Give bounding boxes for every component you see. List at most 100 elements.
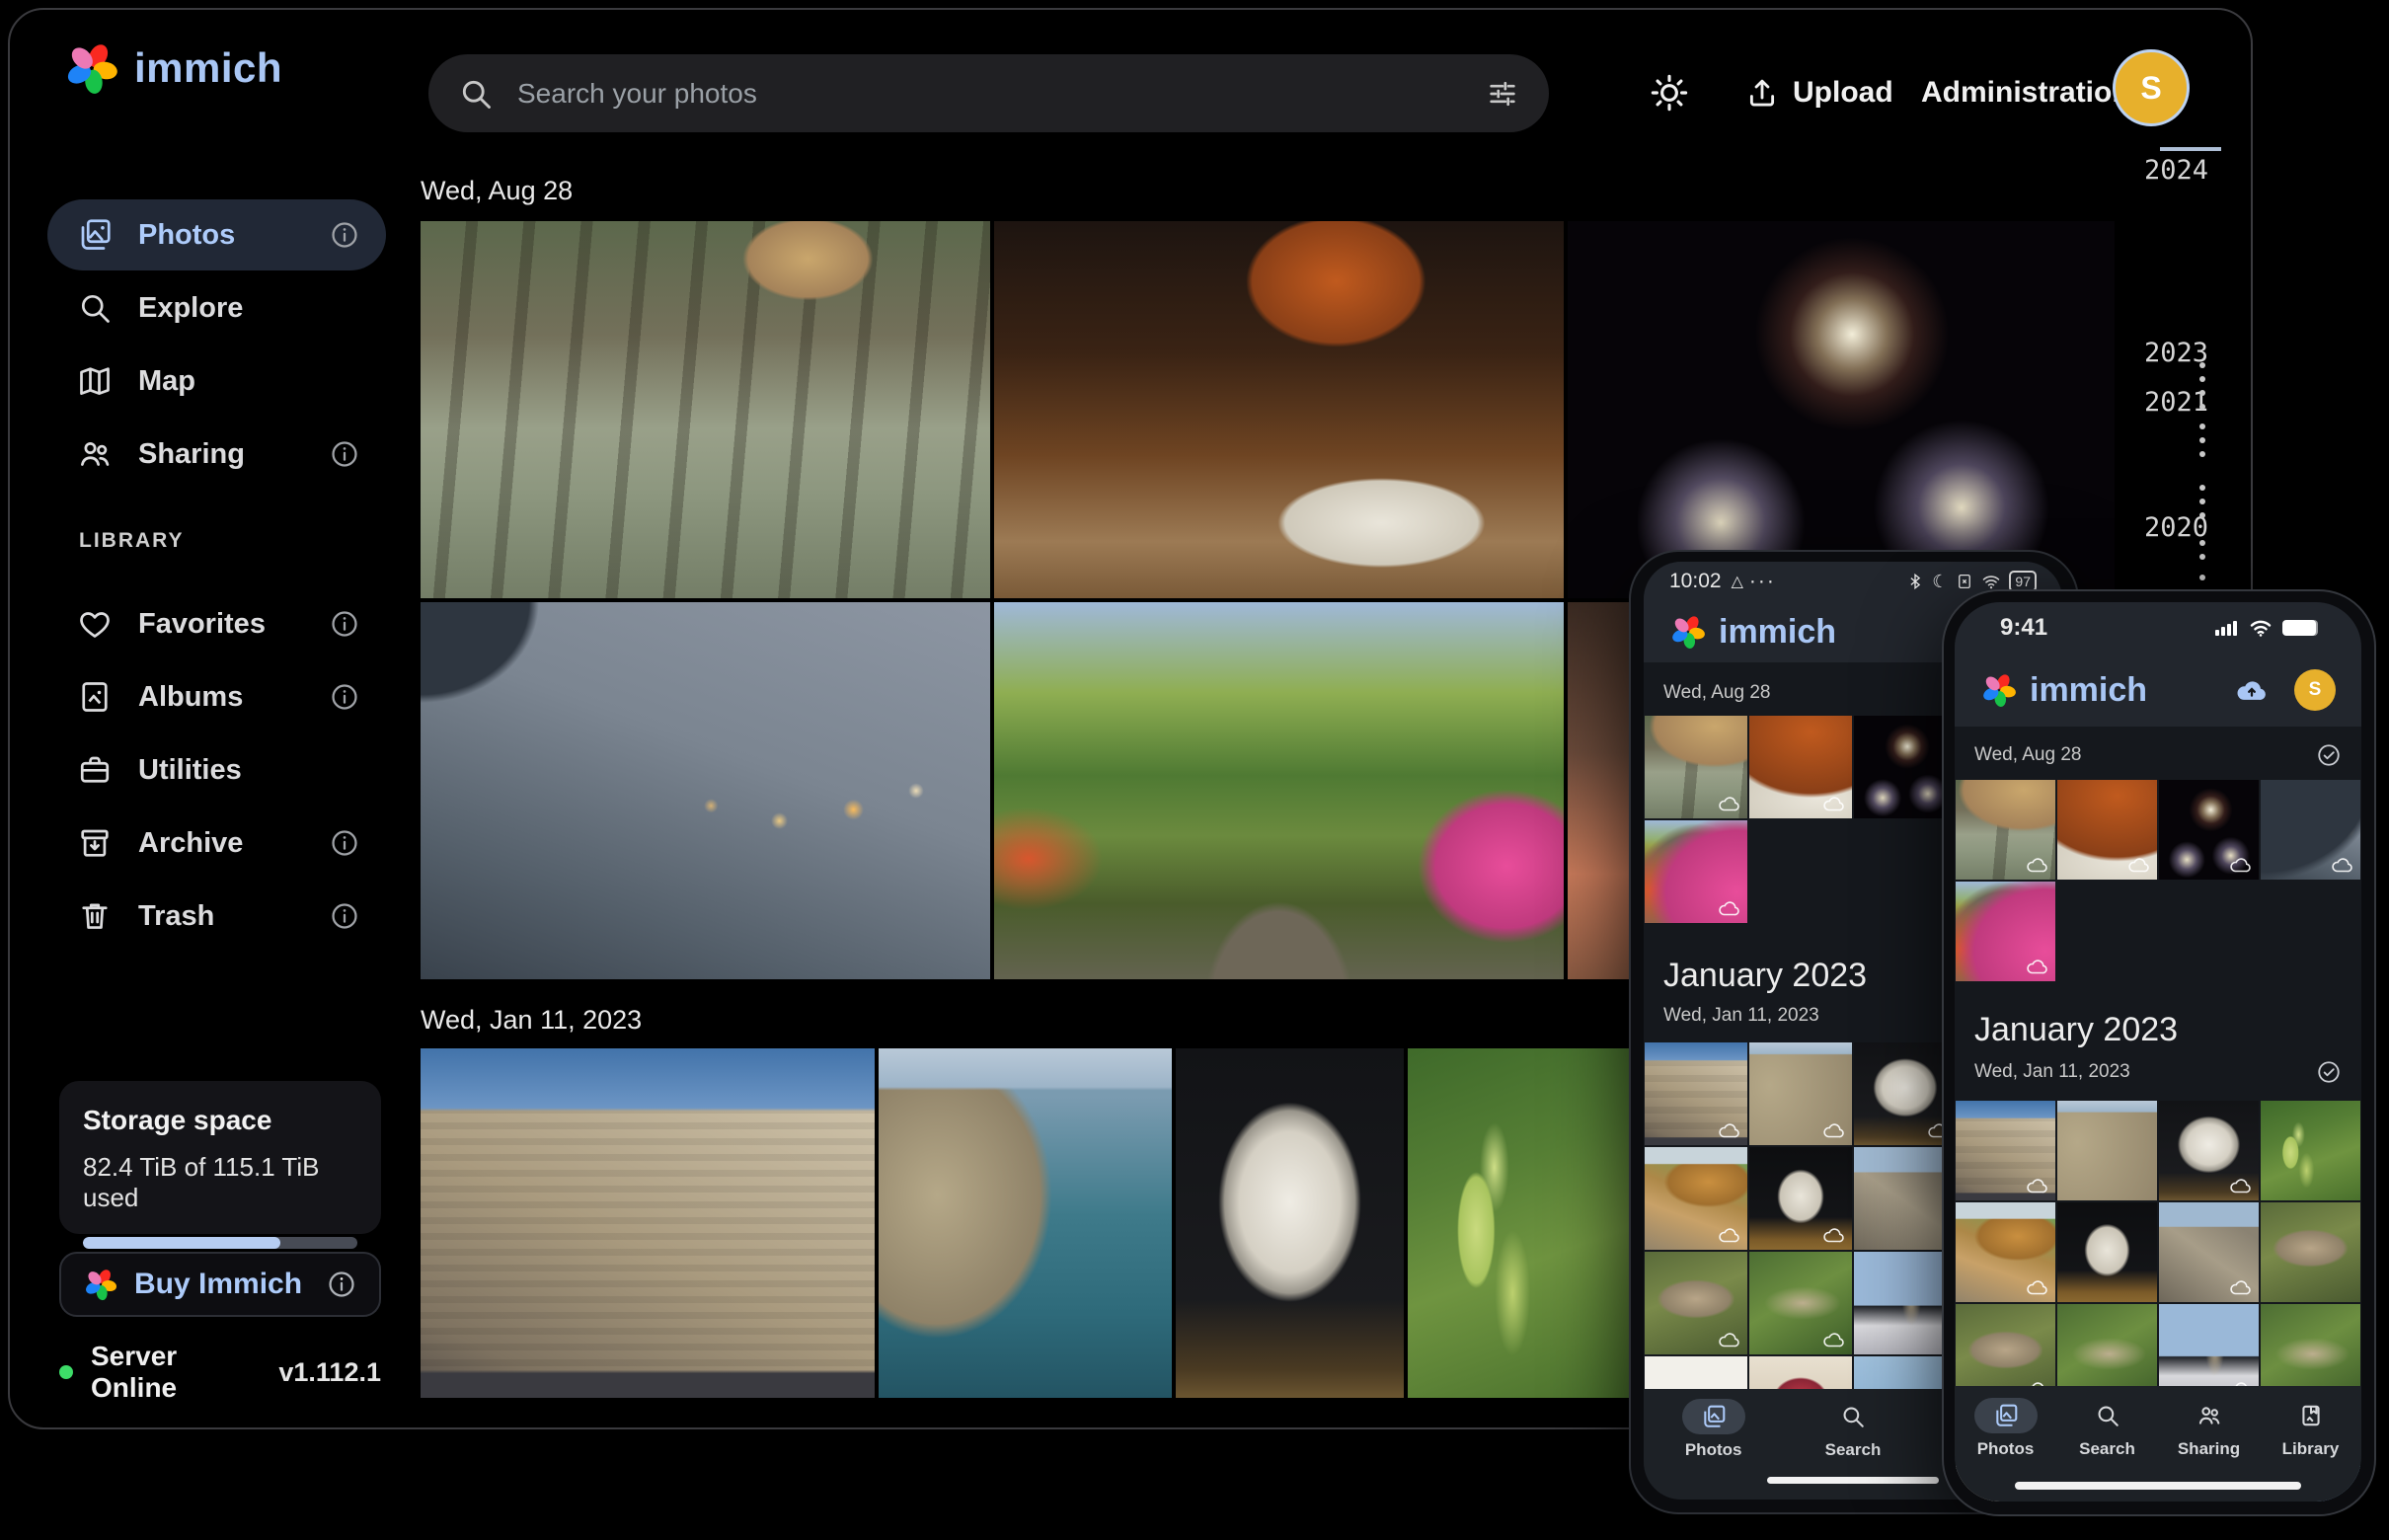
sidebar-item-favorites[interactable]: Favorites (47, 588, 386, 659)
ios-screen: 9:41 immich (1955, 602, 2361, 1502)
app-logo[interactable]: immich (63, 39, 282, 97)
user-avatar[interactable]: S (2294, 669, 2336, 711)
photo-thumbnail-autumn-dinner[interactable] (994, 221, 1564, 598)
sidebar-item-explore[interactable]: Explore (47, 272, 386, 344)
trash-can-icon (77, 898, 113, 934)
filter-sliders-icon[interactable] (1486, 77, 1519, 111)
info-icon[interactable] (329, 827, 360, 859)
administration-button[interactable]: Administration (1921, 61, 2130, 124)
photo-thumbnail-lizard-moss[interactable] (1749, 1252, 1852, 1354)
photo-thumbnail-fortress-wall[interactable] (1645, 1042, 1747, 1145)
photo-thumbnail-beach-cliff[interactable] (1956, 1202, 2055, 1302)
photo-thumbnail-fireworks[interactable] (2159, 780, 2259, 880)
status-time: 9:41 (2000, 614, 2047, 642)
heart-icon (77, 606, 113, 642)
info-icon[interactable] (329, 608, 360, 640)
photo-thumbnail-green-berries[interactable] (1408, 1048, 1636, 1398)
upload-button[interactable]: Upload (1745, 61, 1893, 124)
nav-item-search[interactable]: Search (2065, 1398, 2150, 1459)
photo-thumbnail-marble-sculpture[interactable] (1749, 1147, 1852, 1250)
home-indicator (2015, 1482, 2301, 1490)
photo-thumbnail-autumn-dinner[interactable] (2057, 780, 2157, 880)
immich-flower-icon (1669, 613, 1707, 651)
photo-thumbnail-marble-sculpture[interactable] (2057, 1202, 2157, 1302)
nav-item-photos[interactable]: Photos (1671, 1399, 1756, 1460)
nav-item-photos[interactable]: Photos (1964, 1398, 2048, 1459)
sidebar-item-albums[interactable]: Albums (47, 661, 386, 732)
nav-label: Search (2079, 1439, 2135, 1459)
cloud-sync-icon (2026, 856, 2049, 874)
people-icon (77, 436, 113, 472)
photo-thumbnail-fireworks[interactable] (1568, 221, 2115, 598)
photo-thumbnail-green-berries[interactable] (2261, 1101, 2360, 1200)
scrubber-month-dot (2199, 575, 2205, 580)
cloud-sync-icon (1822, 1226, 1846, 1244)
photo-thumbnail-marble-bust[interactable] (1176, 1048, 1404, 1398)
administration-label: Administration (1921, 76, 2130, 110)
sidebar-item-map[interactable]: Map (47, 346, 386, 417)
sidebar-item-utilities[interactable]: Utilities (47, 734, 386, 806)
buy-immich-button[interactable]: Buy Immich (59, 1252, 381, 1317)
nav-item-sharing[interactable]: Sharing (2167, 1398, 2252, 1459)
info-icon[interactable] (329, 438, 360, 470)
photo-thumbnail-lizard[interactable] (2261, 1202, 2360, 1302)
sidebar-item-label: Explore (138, 292, 386, 325)
photo-thumbnail-zoo-monkeys[interactable] (1956, 780, 2055, 880)
nav-label: Library (2282, 1439, 2340, 1459)
home-indicator (1767, 1477, 1939, 1484)
info-icon[interactable] (329, 900, 360, 932)
info-icon[interactable] (329, 681, 360, 713)
photo-thumbnail-zoo-monkeys[interactable] (1645, 716, 1747, 818)
photo-thumbnail-beach-cliff[interactable] (1645, 1147, 1747, 1250)
photo-thumbnail-lizard[interactable] (1645, 1252, 1747, 1354)
photo-thumbnail-holding-hands[interactable] (2261, 780, 2360, 880)
photo-thumbnail-coastal-fort[interactable] (1749, 1042, 1852, 1145)
upload-icon (1745, 76, 1779, 110)
nav-label: Photos (1685, 1440, 1742, 1460)
sidebar-item-label: Photos (138, 219, 303, 252)
photo-thumbnail-coastal-fort[interactable] (879, 1048, 1172, 1398)
theme-toggle-button[interactable] (1649, 61, 1690, 124)
cloud-sync-icon (2229, 856, 2253, 874)
photo-thumbnail-coastal-fort[interactable] (2057, 1101, 2157, 1200)
info-icon[interactable] (329, 219, 360, 251)
photo-thumbnail-autumn-park[interactable] (1956, 882, 2055, 981)
sidebar-item-archive[interactable]: Archive (47, 808, 386, 879)
sidebar-item-sharing[interactable]: Sharing (47, 419, 386, 490)
cloud-backup-icon[interactable] (2235, 677, 2269, 703)
user-avatar[interactable]: S (2113, 49, 2190, 126)
photo-thumbnail-autumn-dinner[interactable] (1749, 716, 1852, 818)
cloud-sync-icon (1718, 899, 1741, 917)
photo-thumbnail-autumn-park[interactable] (1645, 820, 1747, 923)
scrubber-position-line[interactable] (2160, 147, 2221, 151)
nav-item-library[interactable]: Library (2269, 1398, 2353, 1459)
sidebar-item-photos[interactable]: Photos (47, 199, 386, 270)
photo-stack-icon (1993, 1403, 2019, 1428)
scrubber-month-dot (2199, 390, 2205, 396)
ios-photo-grid-aug (1956, 780, 2361, 981)
scrubber-year-2020[interactable]: 2020 (2144, 512, 2208, 543)
library-section-label: LIBRARY (79, 529, 185, 553)
select-check-icon[interactable] (2316, 742, 2342, 768)
photo-thumbnail-fortress-wall[interactable] (1956, 1101, 2055, 1200)
photo-thumbnail-marble-bust[interactable] (2159, 1101, 2259, 1200)
storage-space-card: Storage space 82.4 TiB of 115.1 TiB used (59, 1081, 381, 1234)
select-check-icon[interactable] (2316, 1059, 2342, 1085)
sidebar-item-label: Albums (138, 681, 303, 714)
storage-usage-text: 82.4 TiB of 115.1 TiB used (83, 1152, 357, 1213)
scrubber-year-2024[interactable]: 2024 (2144, 155, 2208, 186)
photo-thumbnail-fortress-wall[interactable] (421, 1048, 875, 1398)
search-input[interactable] (515, 77, 1464, 111)
photo-thumbnail-holding-hands[interactable] (421, 602, 990, 979)
info-icon[interactable] (326, 1269, 357, 1300)
search-icon (2095, 1403, 2120, 1428)
photo-thumbnail-castle-ruins[interactable] (2159, 1202, 2259, 1302)
photo-thumbnail-autumn-park[interactable] (994, 602, 1564, 979)
nav-item-search[interactable]: Search (1811, 1399, 1895, 1460)
map-icon (77, 363, 113, 399)
photo-thumbnail-zoo-monkeys[interactable] (421, 221, 990, 598)
cloud-sync-icon (2026, 1278, 2049, 1296)
search-bar[interactable] (428, 54, 1549, 132)
status-time: 10:02 (1669, 570, 1722, 593)
sidebar-item-trash[interactable]: Trash (47, 881, 386, 952)
